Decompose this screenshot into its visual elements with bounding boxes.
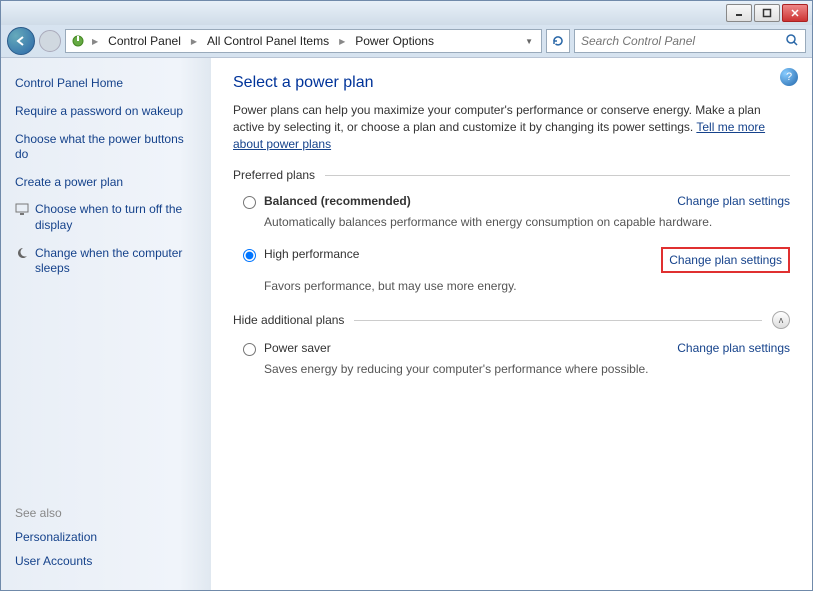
search-box[interactable] bbox=[574, 29, 806, 53]
sidebar-link-create-plan[interactable]: Create a power plan bbox=[15, 175, 197, 191]
help-icon[interactable]: ? bbox=[780, 68, 798, 86]
plan-balanced: Balanced (recommended) Change plan setti… bbox=[233, 194, 790, 209]
breadcrumb-item[interactable]: Power Options bbox=[351, 32, 438, 50]
minimize-button[interactable] bbox=[726, 4, 752, 22]
titlebar bbox=[1, 1, 812, 25]
plan-high-performance: High performance Change plan settings bbox=[233, 247, 790, 273]
sidebar-link-password[interactable]: Require a password on wakeup bbox=[15, 104, 197, 120]
sidebar: Control Panel Home Require a password on… bbox=[1, 58, 211, 590]
chevron-right-icon: ▶ bbox=[337, 37, 347, 46]
body: Control Panel Home Require a password on… bbox=[1, 57, 812, 590]
sidebar-link-sleep[interactable]: Change when the computer sleeps bbox=[15, 246, 197, 277]
address-dropdown[interactable]: ▼ bbox=[521, 37, 537, 46]
back-button[interactable] bbox=[7, 27, 35, 55]
forward-button[interactable] bbox=[39, 30, 61, 52]
sidebar-aux-personalization[interactable]: Personalization bbox=[15, 530, 197, 544]
page-description: Power plans can help you maximize your c… bbox=[233, 102, 790, 152]
breadcrumb-item[interactable]: Control Panel bbox=[104, 32, 185, 50]
plan-radio-power-saver[interactable] bbox=[243, 343, 256, 356]
search-icon[interactable] bbox=[785, 33, 799, 50]
moon-icon bbox=[15, 246, 29, 260]
section-preferred-plans: Preferred plans bbox=[233, 168, 790, 182]
sidebar-aux-user-accounts[interactable]: User Accounts bbox=[15, 554, 197, 568]
plan-name: Power saver bbox=[264, 341, 331, 355]
change-plan-settings-link[interactable]: Change plan settings bbox=[661, 247, 790, 273]
chevron-right-icon: ▶ bbox=[90, 37, 100, 46]
refresh-button[interactable] bbox=[546, 29, 570, 53]
control-panel-home-link[interactable]: Control Panel Home bbox=[15, 76, 197, 90]
chevron-right-icon: ▶ bbox=[189, 37, 199, 46]
maximize-button[interactable] bbox=[754, 4, 780, 22]
plan-description: Favors performance, but may use more ene… bbox=[233, 279, 790, 293]
see-also-label: See also bbox=[15, 506, 197, 520]
collapse-icon[interactable]: ʌ bbox=[772, 311, 790, 329]
plan-radio-balanced[interactable] bbox=[243, 196, 256, 209]
plan-power-saver: Power saver Change plan settings bbox=[233, 341, 790, 356]
monitor-icon bbox=[15, 202, 29, 216]
page-title: Select a power plan bbox=[233, 74, 790, 92]
power-options-icon bbox=[70, 33, 86, 49]
search-input[interactable] bbox=[581, 34, 785, 48]
plan-name: Balanced (recommended) bbox=[264, 194, 411, 208]
address-bar[interactable]: ▶ Control Panel ▶ All Control Panel Item… bbox=[65, 29, 542, 53]
sidebar-link-display-off[interactable]: Choose when to turn off the display bbox=[15, 202, 197, 233]
sidebar-link-power-buttons[interactable]: Choose what the power buttons do bbox=[15, 132, 197, 163]
nav-bar: ▶ Control Panel ▶ All Control Panel Item… bbox=[1, 25, 812, 57]
change-plan-settings-link[interactable]: Change plan settings bbox=[677, 194, 790, 208]
plan-description: Saves energy by reducing your computer's… bbox=[233, 362, 790, 376]
plan-name: High performance bbox=[264, 247, 359, 261]
plan-description: Automatically balances performance with … bbox=[233, 215, 790, 229]
close-button[interactable] bbox=[782, 4, 808, 22]
change-plan-settings-link[interactable]: Change plan settings bbox=[677, 341, 790, 355]
main-content: ? Select a power plan Power plans can he… bbox=[211, 58, 812, 590]
section-additional-plans[interactable]: Hide additional plans ʌ bbox=[233, 311, 790, 329]
window: ▶ Control Panel ▶ All Control Panel Item… bbox=[0, 0, 813, 591]
breadcrumb-item[interactable]: All Control Panel Items bbox=[203, 32, 333, 50]
plan-radio-high-performance[interactable] bbox=[243, 249, 256, 262]
